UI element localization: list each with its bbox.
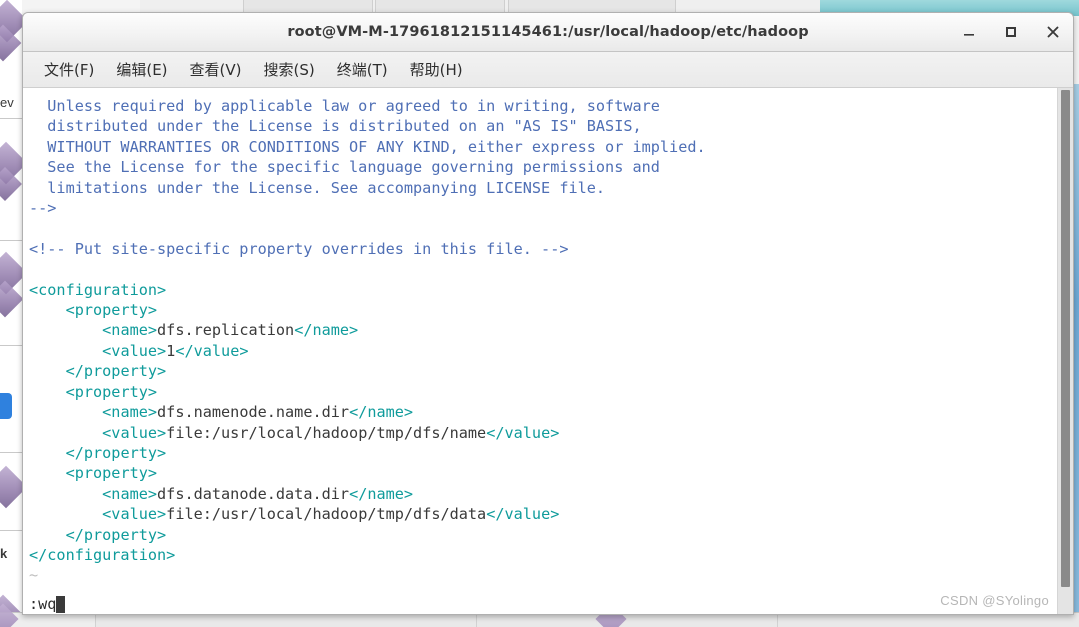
background-bottom-cell (95, 613, 476, 627)
scrollbar-thumb[interactable] (1061, 90, 1070, 587)
property-value-value: file:/usr/local/hadoop/tmp/dfs/data (166, 505, 487, 524)
menu-help[interactable]: 帮助(H) (399, 56, 474, 83)
vim-empty-line-marker: ~ (29, 566, 39, 585)
terminal-scrollbar[interactable] (1057, 88, 1073, 614)
property-open-tag: <property> (65, 464, 158, 483)
property-open-tag: <property> (65, 301, 158, 320)
terminal-window: root@VM-M-17961812151145461:/usr/local/h… (22, 12, 1074, 615)
vim-editor-screen[interactable]: Unless required by applicable law or agr… (23, 88, 1057, 614)
background-bottom-cell (476, 613, 777, 627)
vim-command-text: :wq (29, 595, 57, 613)
value-open-tag: <value> (102, 341, 167, 360)
comment-line-2: distributed under the License is distrib… (29, 117, 642, 136)
decorative-blue-chip (0, 393, 12, 419)
value-open-tag: <value> (102, 505, 167, 524)
comment-close-marker: --> (29, 199, 57, 218)
comment-line-4: See the License for the specific languag… (29, 158, 660, 177)
background-divider (0, 452, 22, 453)
minimize-button[interactable] (959, 22, 979, 42)
menu-file[interactable]: 文件(F) (33, 56, 105, 83)
menu-search[interactable]: 搜索(S) (253, 56, 326, 83)
name-close-tag: </name> (349, 484, 414, 503)
screen-root: ev k root@VM-M-17961812151145461:/usr/lo… (0, 0, 1079, 627)
site-specific-comment: <!-- Put site-specific property override… (29, 239, 569, 258)
text-cursor (56, 595, 66, 613)
window-controls (959, 13, 1063, 51)
property-name-value: dfs.replication (157, 321, 295, 340)
background-text-fragment: ev (0, 95, 14, 110)
property-value-value: 1 (166, 341, 176, 360)
terminal-body[interactable]: Unless required by applicable law or agr… (23, 88, 1073, 614)
background-divider (0, 240, 22, 241)
value-close-tag: </value> (486, 423, 560, 442)
property-open-tag: <property> (65, 382, 158, 401)
value-open-tag: <value> (102, 423, 167, 442)
property-block-3: <property> <name>dfs.datanode.data.dir</… (29, 464, 560, 544)
maximize-button[interactable] (1001, 22, 1021, 42)
vim-command-line[interactable]: :wq (23, 594, 71, 614)
menu-terminal[interactable]: 终端(T) (326, 56, 399, 83)
property-name-value: dfs.namenode.name.dir (157, 403, 350, 422)
comment-line-3: WITHOUT WARRANTIES OR CONDITIONS OF ANY … (29, 137, 706, 156)
value-close-tag: </value> (486, 505, 560, 524)
property-close-tag: </property> (65, 362, 167, 381)
configuration-close-tag: </configuration> (29, 545, 176, 564)
background-divider (0, 530, 22, 531)
window-title: root@VM-M-17961812151145461:/usr/local/h… (287, 24, 809, 40)
background-divider (0, 345, 22, 346)
menu-view[interactable]: 查看(V) (179, 56, 253, 83)
property-close-tag: </property> (65, 525, 167, 544)
menu-bar: 文件(F) 编辑(E) 查看(V) 搜索(S) 终端(T) 帮助(H) (23, 52, 1073, 88)
name-open-tag: <name> (102, 484, 158, 503)
property-name-value: dfs.datanode.data.dir (157, 484, 350, 503)
background-divider (0, 118, 22, 119)
property-value-value: file:/usr/local/hadoop/tmp/dfs/name (166, 423, 487, 442)
license-comment-block: Unless required by applicable law or agr… (23, 96, 1057, 586)
background-bottom-cell (777, 613, 1079, 627)
menu-edit[interactable]: 编辑(E) (105, 56, 178, 83)
name-close-tag: </name> (349, 403, 414, 422)
name-open-tag: <name> (102, 403, 158, 422)
background-text-fragment: k (0, 546, 8, 561)
name-close-tag: </name> (294, 321, 359, 340)
comment-line-5: limitations under the License. See accom… (29, 178, 606, 197)
window-titlebar[interactable]: root@VM-M-17961812151145461:/usr/local/h… (23, 13, 1073, 52)
configuration-open-tag: <configuration> (29, 280, 167, 299)
property-block-1: <property> <name>dfs.replication</name> … (29, 301, 359, 381)
property-close-tag: </property> (65, 443, 167, 462)
property-block-2: <property> <name>dfs.namenode.name.dir</… (29, 382, 560, 462)
value-close-tag: </value> (175, 341, 249, 360)
close-button[interactable] (1043, 22, 1063, 42)
comment-line-1: Unless required by applicable law or agr… (29, 97, 660, 115)
name-open-tag: <name> (102, 321, 158, 340)
